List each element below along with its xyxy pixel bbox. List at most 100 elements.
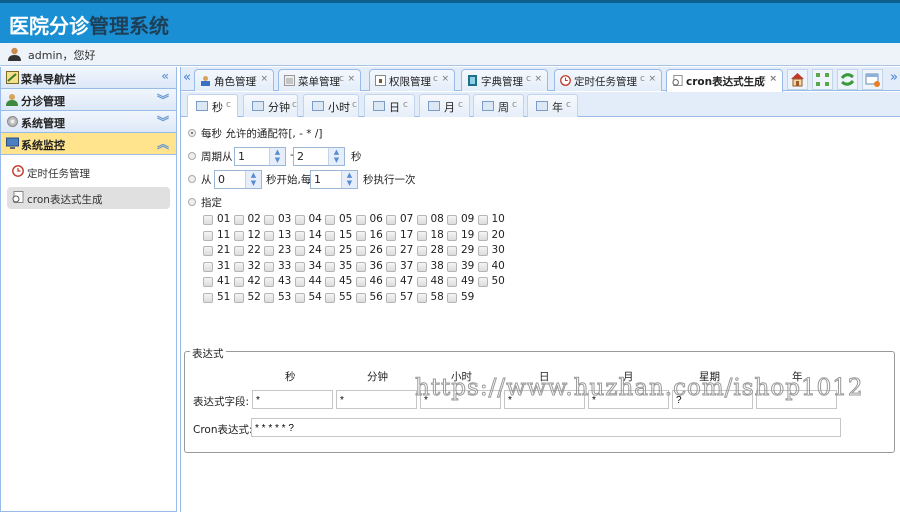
tab-menu-management[interactable]: 菜单管理 c × — [278, 69, 361, 91]
spinner-arrows-icon[interactable]: ▲ ▼ — [328, 148, 344, 165]
field-hour[interactable] — [420, 390, 501, 409]
subtab-month[interactable]: 月 c — [419, 94, 470, 117]
field-second[interactable] — [252, 390, 333, 409]
second-checkbox[interactable]: 42 — [233, 275, 266, 289]
checkbox-box[interactable] — [355, 261, 366, 272]
cron-expression-field[interactable] — [251, 418, 841, 437]
checkbox-box[interactable] — [203, 261, 213, 272]
spinner-arrows-icon[interactable]: ▲ ▼ — [245, 171, 261, 188]
radio-from-every[interactable] — [188, 175, 196, 183]
checkbox-box[interactable] — [355, 230, 366, 241]
checkbox-box[interactable] — [386, 292, 396, 303]
checkbox-box[interactable] — [447, 277, 457, 287]
checkbox-box[interactable] — [386, 230, 396, 241]
second-checkbox[interactable]: 14 — [294, 229, 327, 243]
second-checkbox[interactable]: 21 — [203, 244, 235, 258]
subtab-refresh-icon[interactable]: c — [226, 100, 231, 110]
second-checkbox[interactable]: 18 — [416, 229, 449, 243]
second-checkbox[interactable]: 05 — [325, 213, 357, 227]
checkbox-box[interactable] — [233, 230, 244, 241]
checkbox-box[interactable] — [264, 230, 274, 241]
checkbox-box[interactable] — [325, 215, 335, 225]
second-checkbox[interactable]: 01 — [203, 213, 235, 227]
checkbox-box[interactable] — [203, 246, 213, 256]
subtab-day[interactable]: 日 c — [364, 94, 415, 117]
second-checkbox[interactable]: 47 — [386, 275, 418, 289]
second-checkbox[interactable]: 20 — [477, 229, 510, 243]
second-checkbox[interactable]: 52 — [233, 291, 266, 305]
option-from-every[interactable]: 从 0 ▲ ▼ 秒开始,每 1 ▲ ▼ 秒执行一次 — [188, 170, 488, 189]
tab-close-icon[interactable]: × — [347, 74, 355, 84]
second-checkbox[interactable]: 36 — [355, 260, 388, 274]
tab-refresh-icon[interactable]: c — [339, 74, 344, 84]
second-checkbox[interactable]: 04 — [294, 213, 327, 227]
checkbox-box[interactable] — [447, 261, 457, 272]
tab-close-icon[interactable]: × — [769, 74, 777, 84]
subtab-refresh-icon[interactable]: c — [566, 100, 571, 110]
second-checkbox[interactable]: 19 — [447, 229, 479, 243]
subtab-hour[interactable]: 小时 c — [303, 94, 359, 117]
checkbox-box[interactable] — [416, 261, 427, 272]
sidebar-item-cron[interactable]: cron表达式生成 — [7, 187, 170, 209]
checkbox-box[interactable] — [386, 261, 396, 272]
tab-cron-generator[interactable]: cron表达式生成 c × — [666, 69, 783, 92]
checkbox-box[interactable] — [325, 277, 335, 287]
checkbox-box[interactable] — [386, 246, 396, 256]
second-checkbox[interactable]: 34 — [294, 260, 327, 274]
subtab-second[interactable]: 秒 c — [187, 94, 238, 117]
checkbox-box[interactable] — [355, 277, 366, 287]
second-checkbox[interactable]: 44 — [294, 275, 327, 289]
checkbox-box[interactable] — [477, 246, 488, 256]
field-weekday[interactable] — [672, 390, 753, 409]
second-checkbox[interactable]: 27 — [386, 244, 418, 258]
checkbox-box[interactable] — [325, 292, 335, 303]
sidebar-panel-triage[interactable]: 分诊管理 ︾ — [1, 89, 176, 111]
sidebar-panel-system[interactable]: 系统管理 ︾ — [1, 111, 176, 133]
checkbox-box[interactable] — [416, 230, 427, 241]
checkbox-box[interactable] — [355, 246, 366, 256]
field-year[interactable] — [756, 390, 837, 409]
option-every-second[interactable]: 每秒 允许的通配符[, - * /] — [188, 125, 488, 143]
second-checkbox[interactable]: 43 — [264, 275, 296, 289]
second-checkbox[interactable]: 40 — [477, 260, 510, 274]
second-checkbox[interactable]: 24 — [294, 244, 327, 258]
checkbox-box[interactable] — [325, 246, 335, 256]
refresh-button[interactable] — [837, 69, 858, 90]
tab-refresh-icon[interactable]: c — [640, 74, 645, 84]
second-checkbox[interactable]: 39 — [447, 260, 479, 274]
checkbox-box[interactable] — [447, 246, 457, 256]
subtab-refresh-icon[interactable]: c — [352, 100, 357, 110]
subtab-week[interactable]: 周 c — [473, 94, 524, 117]
second-checkbox[interactable]: 09 — [447, 213, 479, 227]
tab-scroll-left-icon[interactable]: « — [183, 70, 191, 85]
checkbox-box[interactable] — [203, 292, 213, 303]
second-checkbox[interactable]: 17 — [386, 229, 418, 243]
second-checkbox[interactable]: 51 — [203, 291, 235, 305]
second-checkbox[interactable]: 41 — [203, 275, 235, 289]
second-checkbox[interactable]: 07 — [386, 213, 418, 227]
second-checkbox[interactable]: 45 — [325, 275, 357, 289]
checkbox-box[interactable] — [447, 230, 457, 241]
field-minute[interactable] — [336, 390, 417, 409]
second-checkbox[interactable]: 03 — [264, 213, 296, 227]
second-checkbox[interactable]: 49 — [447, 275, 479, 289]
second-checkbox[interactable]: 54 — [294, 291, 327, 305]
option-cycle[interactable]: 周期从 1 ▲ ▼ - 2 ▲ ▼ 秒 — [188, 147, 488, 166]
checkbox-box[interactable] — [386, 277, 396, 287]
spinner-arrows-icon[interactable]: ▲ ▼ — [341, 171, 357, 188]
second-checkbox[interactable]: 28 — [416, 244, 449, 258]
cycle-end-spinner[interactable]: 2 ▲ ▼ — [293, 147, 345, 166]
checkbox-box[interactable] — [477, 277, 488, 287]
tab-close-icon[interactable]: × — [260, 74, 268, 84]
second-checkbox[interactable]: 48 — [416, 275, 449, 289]
sidebar-panel-monitor[interactable]: 系统监控 ︽ — [1, 133, 176, 155]
window-button[interactable] — [862, 69, 883, 90]
checkbox-box[interactable] — [264, 246, 274, 256]
radio-every-second[interactable] — [188, 129, 196, 137]
second-checkbox[interactable]: 08 — [416, 213, 449, 227]
tab-scroll-right-icon[interactable]: » — [890, 70, 898, 85]
checkbox-box[interactable] — [355, 292, 366, 303]
cycle-start-spinner[interactable]: 1 ▲ ▼ — [234, 147, 286, 166]
checkbox-box[interactable] — [203, 230, 213, 241]
tab-permission-management[interactable]: 权限管理 c × — [369, 69, 455, 91]
